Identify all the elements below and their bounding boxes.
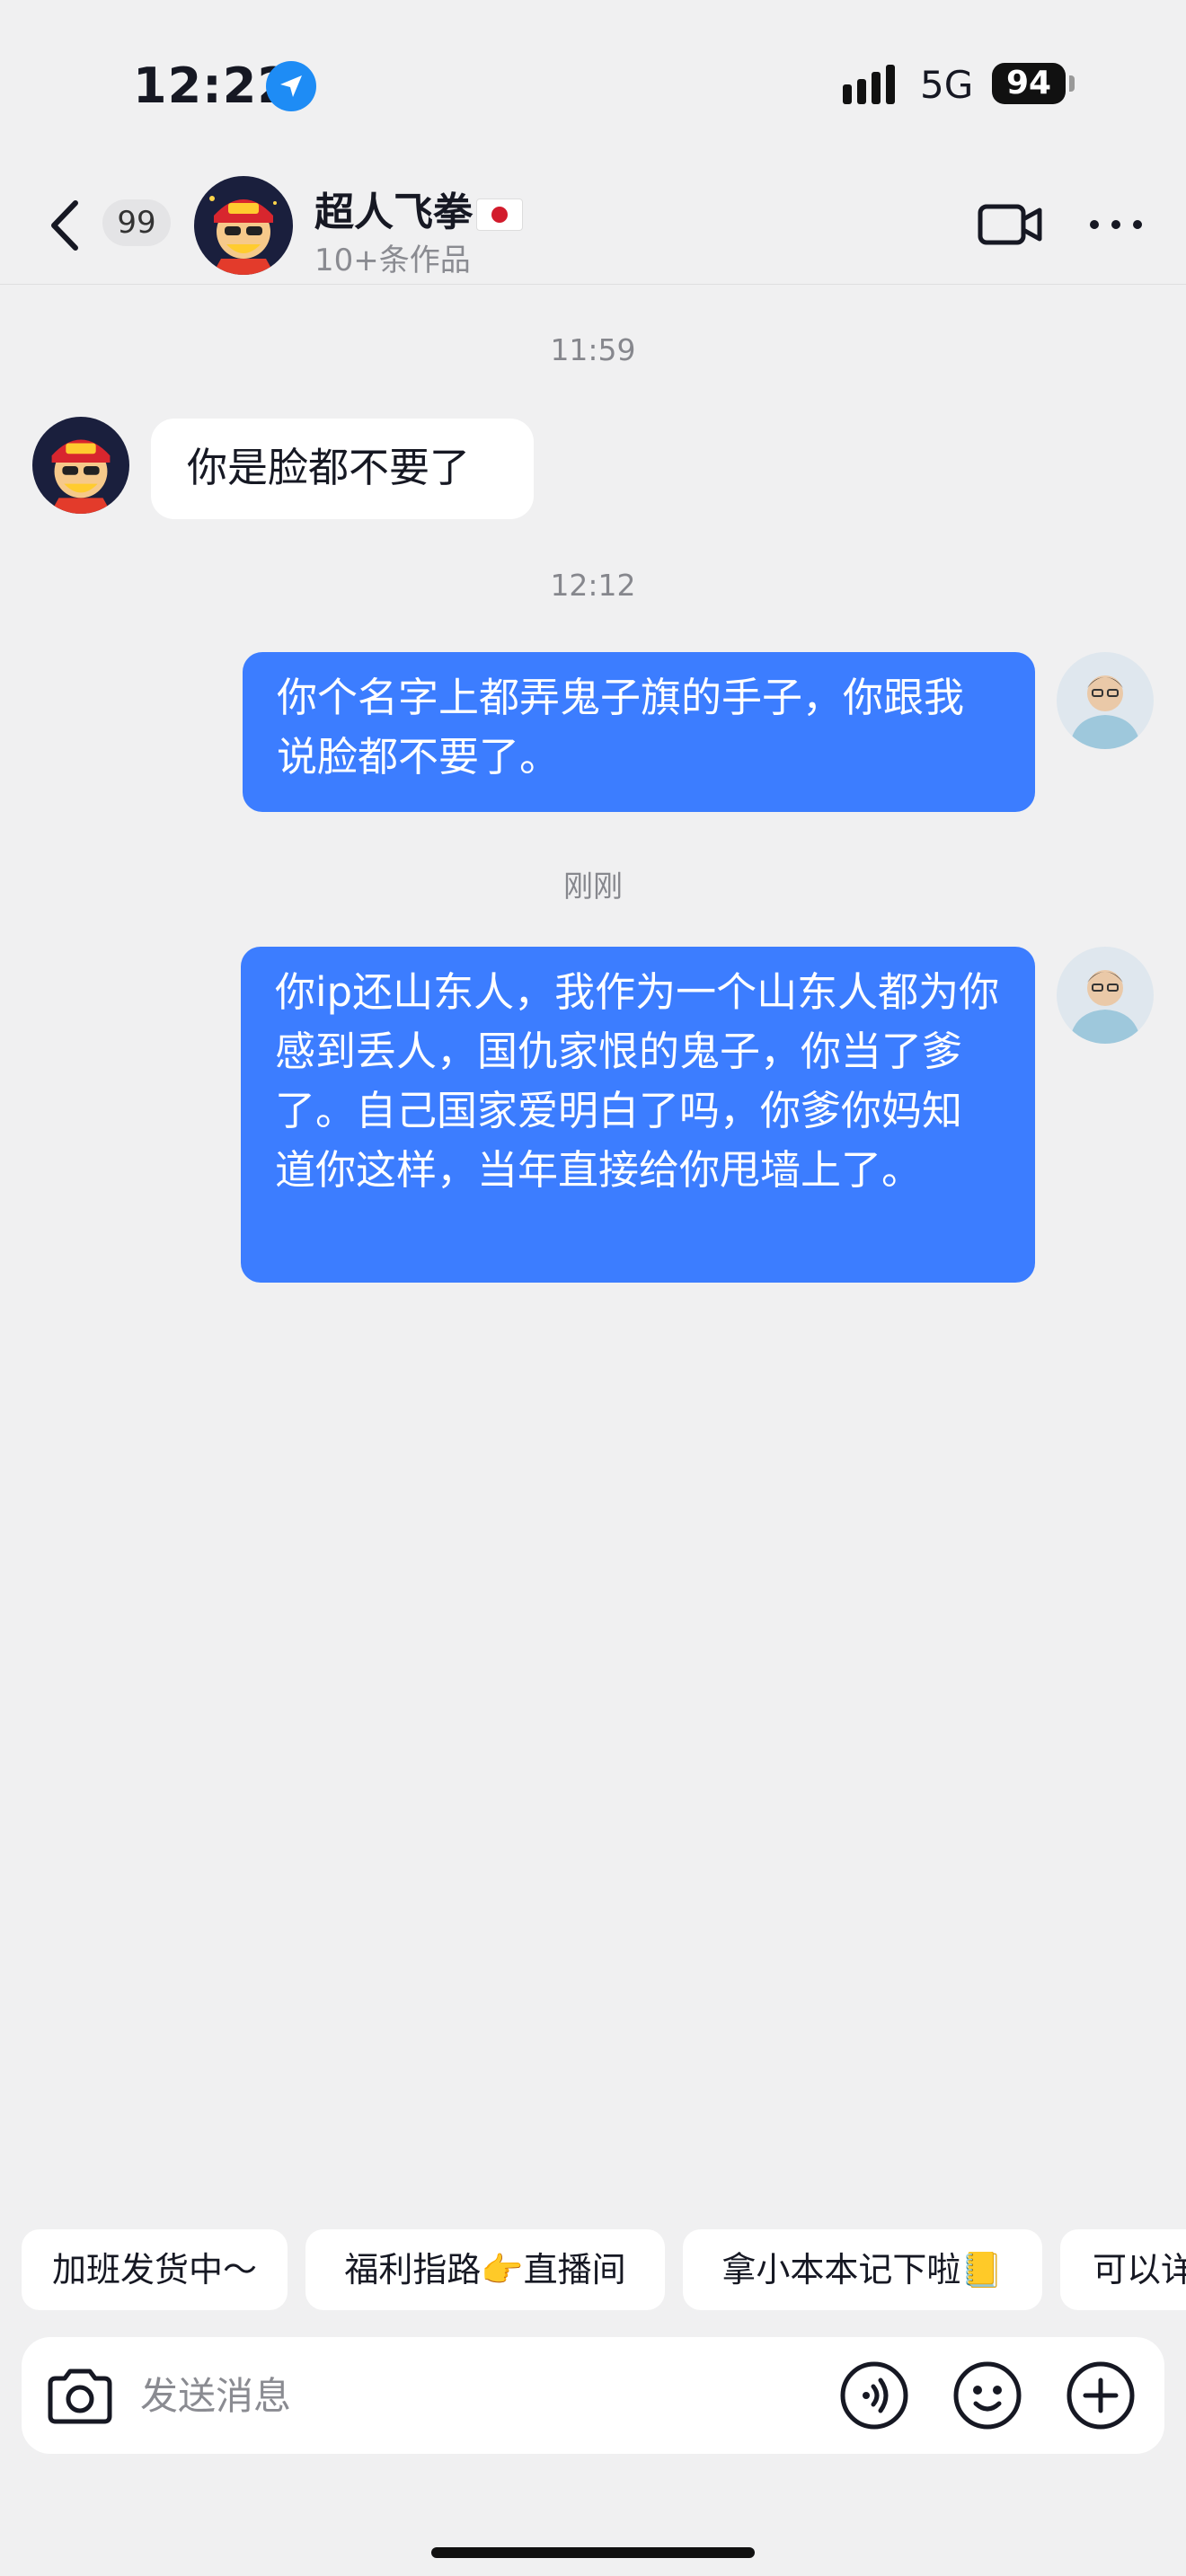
voice-icon[interactable] xyxy=(839,2360,909,2430)
quick-reply-chip[interactable]: 福利指路👉直播间 xyxy=(305,2229,665,2310)
sender-avatar[interactable] xyxy=(32,417,129,514)
plus-icon[interactable] xyxy=(1066,2360,1136,2430)
more-dots-icon[interactable] xyxy=(1087,214,1145,235)
camera-icon[interactable] xyxy=(45,2364,115,2427)
unread-count-badge[interactable]: 99 xyxy=(102,199,171,246)
network-type: 5G xyxy=(920,63,974,107)
quick-reply-chip[interactable]: 拿小本本记下啦📒 xyxy=(683,2229,1042,2310)
incoming-message[interactable]: 你是脸都不要了 xyxy=(151,419,534,519)
video-camera-icon[interactable] xyxy=(978,201,1042,248)
chevron-left-icon[interactable] xyxy=(40,194,90,257)
timestamp: 刚刚 xyxy=(563,869,623,904)
contact-subtitle[interactable]: 10+条作品 xyxy=(314,235,471,279)
location-arrow-icon xyxy=(266,61,316,111)
message-input[interactable] xyxy=(140,2366,823,2425)
japan-flag-icon xyxy=(476,198,523,231)
timestamp: 12:12 xyxy=(550,568,636,603)
outgoing-message[interactable]: 你ip还山东人，我作为一个山东人都为你感到丢人，国仇家恨的鬼子，你当了爹了。自己… xyxy=(241,947,1035,1283)
header-divider xyxy=(0,284,1186,285)
signal-bars-icon xyxy=(843,65,895,104)
home-indicator[interactable] xyxy=(431,2547,755,2558)
outgoing-message[interactable]: 你个名字上都弄鬼子旗的手子，你跟我说脸都不要了。 xyxy=(243,652,1035,812)
quick-reply-chip[interactable]: 加班发货中～ xyxy=(22,2229,288,2310)
timestamp: 11:59 xyxy=(550,332,636,367)
contact-avatar[interactable] xyxy=(194,176,293,275)
quick-reply-chip[interactable]: 可以详 xyxy=(1060,2229,1186,2310)
quick-reply-bar: 加班发货中～ 福利指路👉直播间 拿小本本记下啦📒 可以详 xyxy=(0,2229,1186,2310)
message-input-bar xyxy=(22,2337,1164,2454)
battery-indicator: 94 xyxy=(992,63,1066,104)
my-avatar[interactable] xyxy=(1057,652,1154,749)
contact-name-text: 超人飞拳 xyxy=(314,190,473,235)
emoji-icon[interactable] xyxy=(952,2360,1022,2430)
contact-name[interactable]: 超人飞拳 xyxy=(314,180,523,237)
my-avatar[interactable] xyxy=(1057,947,1154,1044)
battery-cap xyxy=(1069,75,1075,92)
